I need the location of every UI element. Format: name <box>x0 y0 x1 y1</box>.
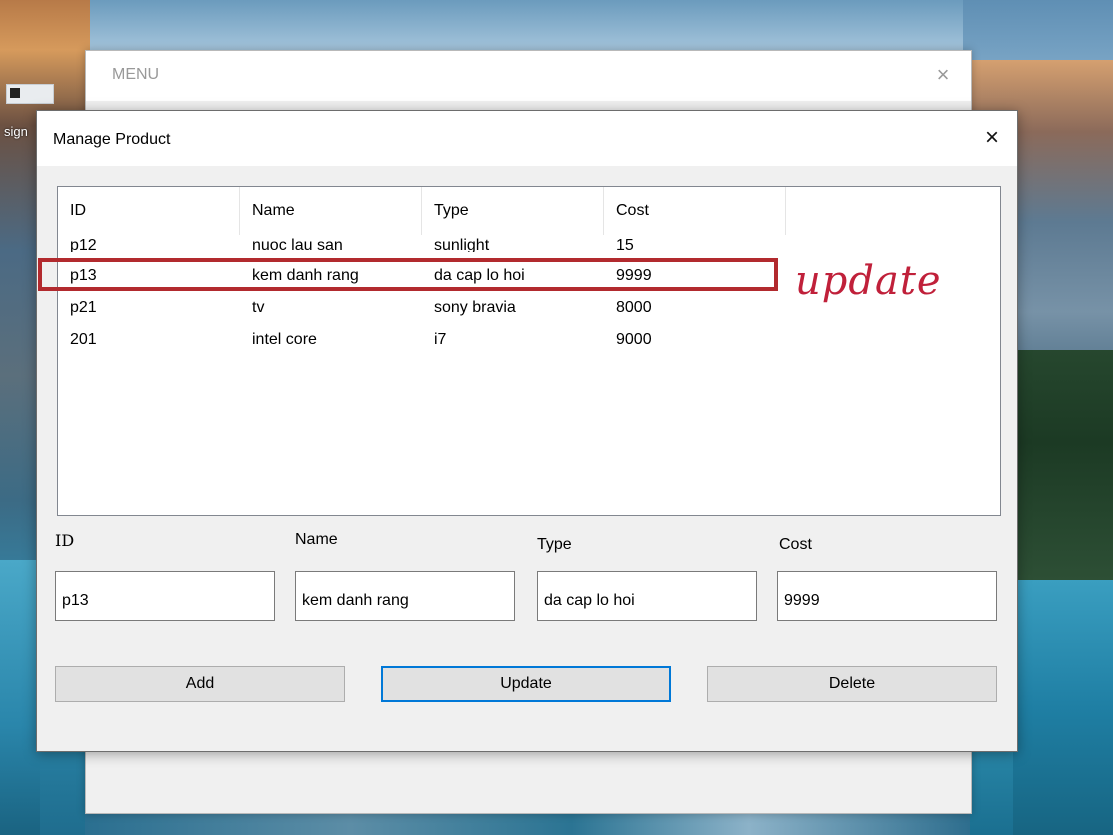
name-label: Name <box>295 531 338 548</box>
id-label: ID <box>55 531 75 550</box>
desktop-shortcut-icon[interactable] <box>6 84 54 104</box>
wallpaper-forest <box>1013 350 1113 580</box>
list-header: ID Name Type Cost <box>58 187 1000 235</box>
type-input[interactable] <box>537 571 757 621</box>
delete-button[interactable]: Delete <box>707 666 997 702</box>
wallpaper-top <box>90 0 963 50</box>
cell-name: tv <box>252 299 265 316</box>
table-row[interactable]: p12 nuoc lau san sunlight 15 <box>58 237 1000 252</box>
column-header-type[interactable]: Type <box>422 187 604 235</box>
table-row[interactable]: 201 intel core i7 9000 <box>58 331 1000 355</box>
product-list[interactable]: ID Name Type Cost p12 nuoc lau san sunli… <box>57 186 1001 516</box>
annotation-highlight-box <box>38 258 778 291</box>
wallpaper-bottom <box>85 812 970 835</box>
name-input[interactable] <box>295 571 515 621</box>
cost-input[interactable] <box>777 571 997 621</box>
menu-window-title: MENU <box>112 66 160 83</box>
manage-product-dialog: Manage Product × ID Name Type Cost p12 n… <box>36 110 1018 752</box>
annotation-text: update <box>795 258 942 304</box>
type-label: Type <box>537 536 572 553</box>
cell-cost: 8000 <box>616 299 652 316</box>
wallpaper-lake-left <box>0 560 40 835</box>
menu-titlebar[interactable]: MENU × <box>86 51 971 101</box>
column-header-label: Cost <box>616 202 649 219</box>
column-header-name[interactable]: Name <box>240 187 422 235</box>
cell-type: sunlight <box>434 237 490 252</box>
id-input[interactable] <box>55 571 275 621</box>
column-header-label: Type <box>434 202 469 219</box>
column-header-label: Name <box>252 202 295 219</box>
dialog-titlebar[interactable]: Manage Product × <box>37 111 1017 166</box>
wallpaper-lake-right <box>1013 580 1113 835</box>
close-icon[interactable]: × <box>929 61 957 89</box>
cell-cost: 9000 <box>616 331 652 348</box>
column-header-label: ID <box>70 202 86 219</box>
cell-id: p21 <box>70 299 97 316</box>
cell-id: p12 <box>70 237 97 252</box>
cell-cost: 15 <box>616 237 634 252</box>
cell-id: 201 <box>70 331 97 348</box>
cell-name: nuoc lau san <box>252 237 343 252</box>
cell-name: intel core <box>252 331 317 348</box>
update-button[interactable]: Update <box>381 666 671 702</box>
dialog-title: Manage Product <box>53 131 171 148</box>
cell-type: sony bravia <box>434 299 516 316</box>
close-icon[interactable]: × <box>977 123 1007 153</box>
cell-type: i7 <box>434 331 447 348</box>
desktop-shortcut-label[interactable]: sign <box>4 124 28 139</box>
add-button[interactable]: Add <box>55 666 345 702</box>
column-header-cost[interactable]: Cost <box>604 187 786 235</box>
cost-label: Cost <box>779 536 812 553</box>
column-header-id[interactable]: ID <box>58 187 240 235</box>
